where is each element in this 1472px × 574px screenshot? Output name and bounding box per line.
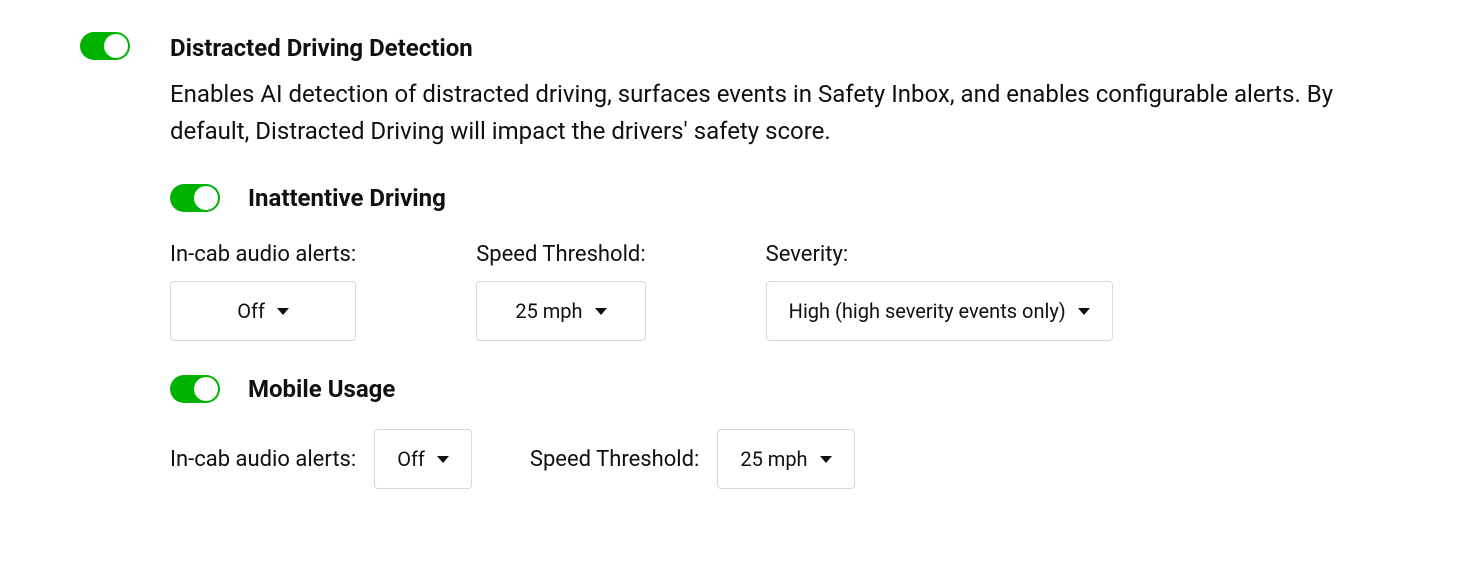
mobile-audio-dropdown[interactable]: Off bbox=[374, 429, 472, 489]
mobile-speed-group: Speed Threshold: 25 mph bbox=[530, 429, 855, 489]
inattentive-severity-label: Severity: bbox=[766, 238, 1113, 271]
inattentive-audio-value: Off bbox=[237, 296, 265, 326]
caret-down-icon bbox=[437, 456, 449, 463]
inattentive-driving-section: Inattentive Driving In-cab audio alerts:… bbox=[170, 180, 1392, 341]
distracted-driving-toggle[interactable] bbox=[80, 32, 130, 60]
mobile-fields: In-cab audio alerts: Off Speed Threshold… bbox=[170, 429, 1392, 489]
inattentive-audio-label: In-cab audio alerts: bbox=[170, 238, 356, 271]
distracted-driving-description: Enables AI detection of distracted drivi… bbox=[170, 76, 1392, 150]
mobile-usage-title: Mobile Usage bbox=[248, 371, 395, 407]
mobile-audio-label: In-cab audio alerts: bbox=[170, 443, 356, 476]
inattentive-severity-block: Severity: High (high severity events onl… bbox=[766, 238, 1113, 341]
toggle-knob-icon bbox=[104, 34, 128, 58]
inattentive-driving-title: Inattentive Driving bbox=[248, 180, 446, 216]
inattentive-speed-dropdown[interactable]: 25 mph bbox=[476, 281, 645, 341]
inattentive-speed-block: Speed Threshold: 25 mph bbox=[476, 238, 645, 341]
mobile-usage-section: Mobile Usage In-cab audio alerts: Off Sp… bbox=[170, 371, 1392, 489]
distracted-driving-section: Distracted Driving Detection Enables AI … bbox=[80, 30, 1392, 519]
mobile-speed-dropdown[interactable]: 25 mph bbox=[717, 429, 854, 489]
distracted-driving-title: Distracted Driving Detection bbox=[170, 30, 1392, 66]
inattentive-driving-toggle[interactable] bbox=[170, 184, 220, 212]
toggle-knob-icon bbox=[194, 186, 218, 210]
caret-down-icon bbox=[1078, 308, 1090, 315]
inattentive-driving-header: Inattentive Driving bbox=[170, 180, 1392, 216]
inattentive-audio-block: In-cab audio alerts: Off bbox=[170, 238, 356, 341]
caret-down-icon bbox=[820, 456, 832, 463]
mobile-speed-label: Speed Threshold: bbox=[530, 443, 699, 476]
inattentive-severity-value: High (high severity events only) bbox=[789, 296, 1066, 326]
mobile-audio-group: In-cab audio alerts: Off bbox=[170, 429, 472, 489]
caret-down-icon bbox=[277, 308, 289, 315]
inattentive-audio-dropdown[interactable]: Off bbox=[170, 281, 356, 341]
inattentive-fields: In-cab audio alerts: Off Speed Threshold… bbox=[170, 238, 1392, 341]
caret-down-icon bbox=[595, 308, 607, 315]
inattentive-speed-value: 25 mph bbox=[515, 296, 582, 326]
mobile-speed-value: 25 mph bbox=[740, 444, 807, 474]
mobile-usage-header: Mobile Usage bbox=[170, 371, 1392, 407]
inattentive-severity-dropdown[interactable]: High (high severity events only) bbox=[766, 281, 1113, 341]
toggle-knob-icon bbox=[194, 377, 218, 401]
mobile-audio-value: Off bbox=[397, 444, 425, 474]
inattentive-speed-label: Speed Threshold: bbox=[476, 238, 645, 271]
mobile-usage-toggle[interactable] bbox=[170, 375, 220, 403]
main-content: Distracted Driving Detection Enables AI … bbox=[170, 30, 1392, 519]
